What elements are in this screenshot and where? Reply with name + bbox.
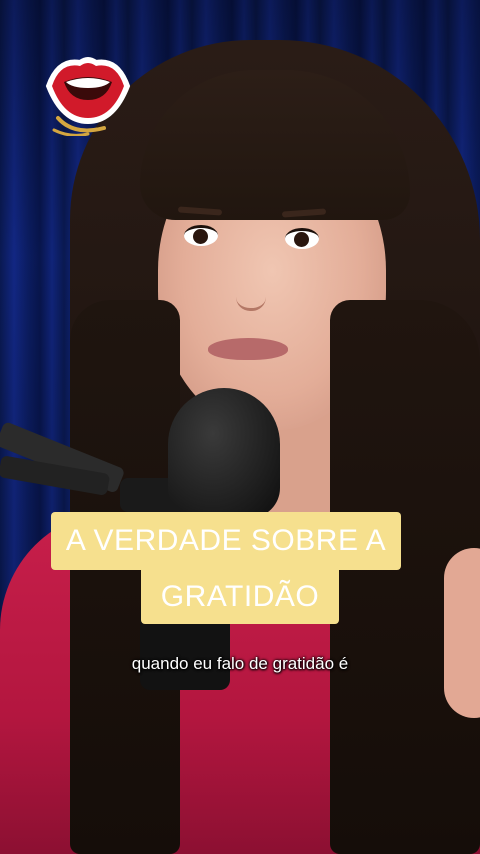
nose: [236, 262, 266, 311]
video-caption: quando eu falo de gratidão é: [131, 654, 349, 673]
mouth: [208, 338, 288, 360]
left-eye: [184, 225, 218, 246]
video-title-line-2: GRATIDÃO: [141, 570, 339, 624]
right-eye: [285, 228, 319, 249]
microphone: [168, 388, 280, 518]
video-title-line-1: A VERDADE SOBRE A: [51, 512, 401, 570]
speaker-hand: [444, 548, 480, 718]
lips-logo-svg: [45, 57, 131, 137]
video-frame[interactable]: A VERDADE SOBRE A GRATIDÃO quando eu fal…: [0, 0, 480, 854]
lips-icon[interactable]: [44, 52, 132, 137]
